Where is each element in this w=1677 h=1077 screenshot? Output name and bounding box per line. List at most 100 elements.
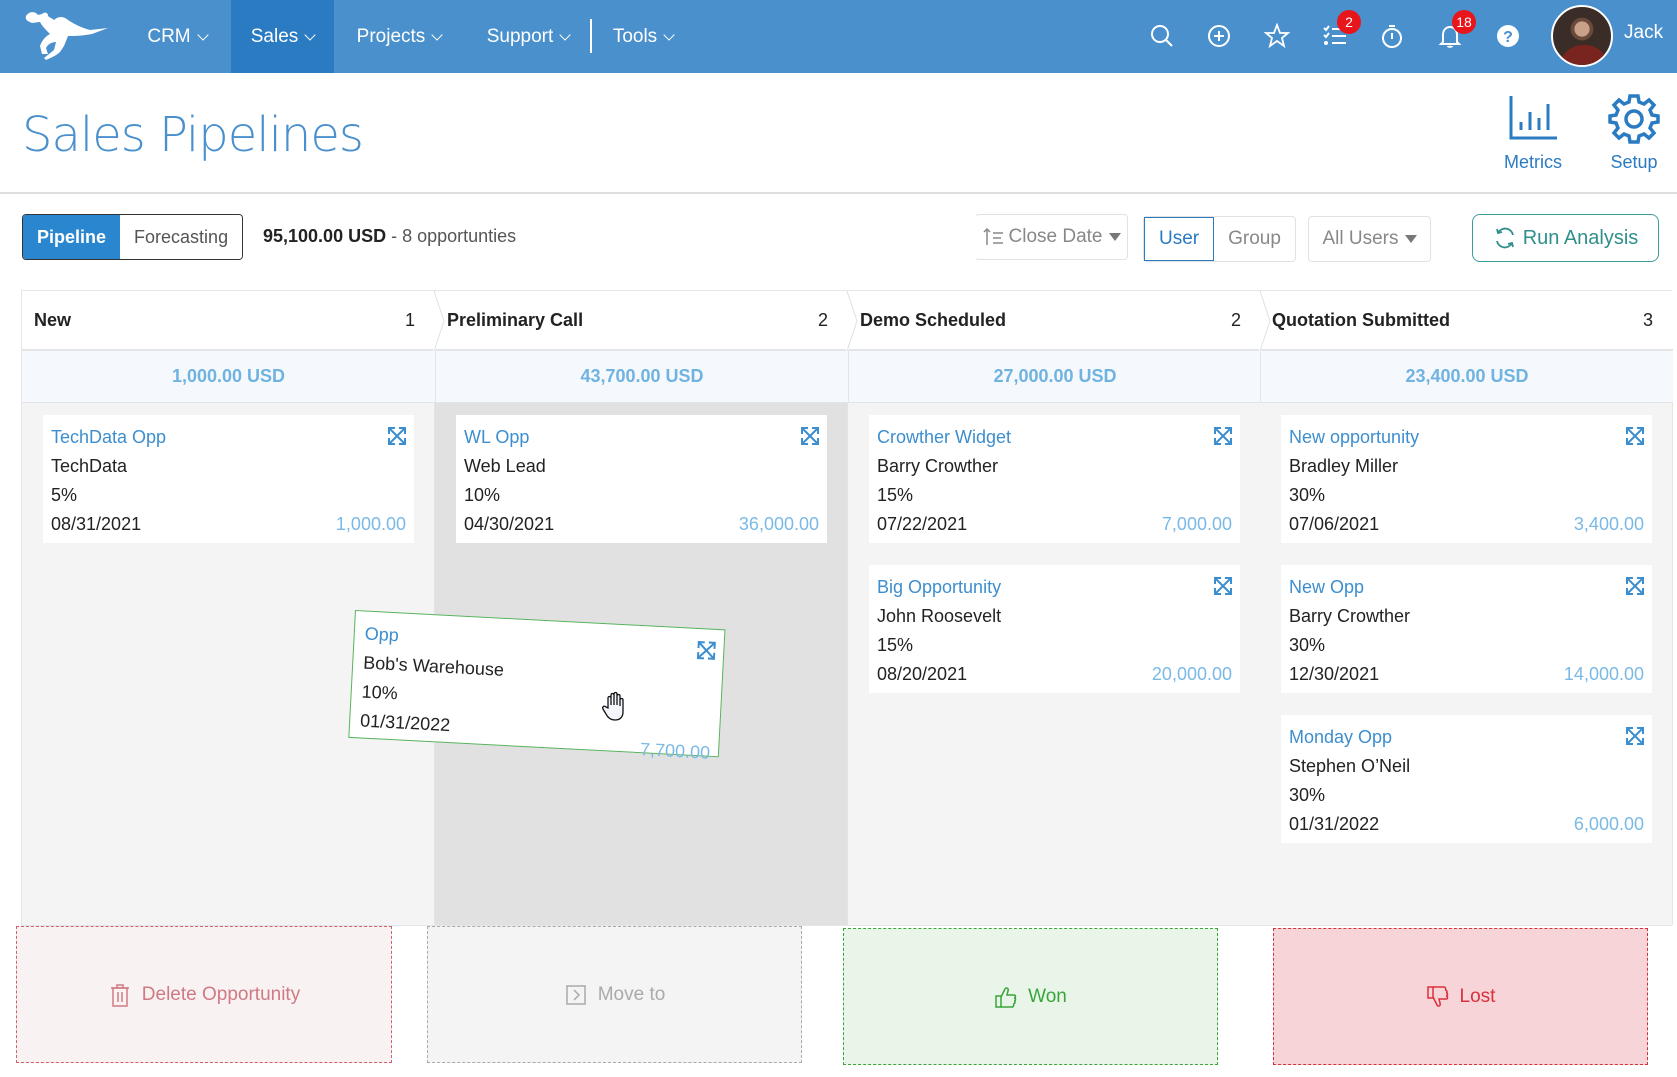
user-filter-dropdown[interactable]: All Users <box>1308 216 1431 262</box>
nav-crm[interactable]: CRM <box>134 0 220 73</box>
expand-icon[interactable] <box>1624 575 1646 597</box>
nav-tools-label: Tools <box>612 25 658 47</box>
opportunity-card[interactable]: Crowther Widget Barry Crowther 15% 07/22… <box>869 415 1240 543</box>
metrics-button[interactable]: Metrics <box>1504 92 1562 173</box>
stage-arrow-icon <box>846 291 858 351</box>
delete-opportunity-dropzone[interactable]: Delete Opportunity <box>16 926 392 1063</box>
toggle-user[interactable]: User <box>1144 217 1215 261</box>
nav-sales[interactable]: Sales <box>231 0 334 73</box>
opportunity-card[interactable]: TechData Opp TechData 5% 08/31/2021 1,000… <box>43 415 414 543</box>
search-button[interactable] <box>1142 16 1182 56</box>
opportunity-account: Bradley Miller <box>1289 456 1399 476</box>
stage-total: 1,000.00 USD <box>22 351 435 403</box>
plus-circle-icon <box>1208 25 1230 47</box>
stage-arrow-icon <box>433 291 445 351</box>
stage-total: 23,400.00 USD <box>1260 351 1673 403</box>
opportunity-account: Barry Crowther <box>877 456 999 476</box>
avatar-image <box>1559 45 1609 65</box>
tab-pipeline[interactable]: Pipeline <box>23 215 121 259</box>
move-to-label: Move to <box>597 983 666 1005</box>
opportunity-probability: 10% <box>464 485 501 505</box>
stage-header: New 1 <box>22 291 435 351</box>
favorites-button[interactable] <box>1257 16 1297 56</box>
dragging-opportunity-card[interactable]: Opp Bob's Warehouse 10% 01/31/2022 7,700.… <box>348 610 726 763</box>
nav-support[interactable]: Support <box>473 0 583 73</box>
pipeline-summary: 95,100.00 USD - 8 opportunties <box>263 226 516 247</box>
expand-icon[interactable] <box>1624 425 1646 447</box>
run-analysis-button[interactable]: Run Analysis <box>1472 214 1659 262</box>
caret-down-icon <box>1404 235 1417 243</box>
opportunity-card[interactable]: New Opp Barry Crowther 30% 12/30/2021 14,… <box>1281 565 1652 693</box>
opportunity-card[interactable]: Monday Opp Stephen O’Neil 30% 01/31/2022… <box>1281 715 1652 843</box>
nav-crm-label: CRM <box>147 25 191 47</box>
opportunity-probability: 5% <box>51 485 78 505</box>
pipeline-board: New 1 1,000.00 USD TechData Opp TechData … <box>21 290 1673 926</box>
opportunity-date: 08/31/2021 <box>51 514 142 534</box>
avatar[interactable] <box>1551 5 1613 67</box>
search-icon <box>1151 25 1173 47</box>
opportunity-card[interactable]: New opportunity Bradley Miller 30% 07/06… <box>1281 415 1652 543</box>
chevron-down-icon <box>431 28 443 41</box>
expand-icon[interactable] <box>1212 425 1234 447</box>
thumbs-down-icon <box>1426 985 1448 1007</box>
opportunity-title[interactable]: Monday Opp <box>1289 725 1644 754</box>
opportunity-date: 07/22/2021 <box>877 514 968 534</box>
sort-close-date-button[interactable]: Close Date <box>975 214 1128 260</box>
view-tabs: Pipeline Forecasting <box>22 214 244 260</box>
opportunity-title[interactable]: Big Opportunity <box>877 575 1232 604</box>
tab-forecasting[interactable]: Forecasting <box>120 215 243 259</box>
tasks-button[interactable]: 2 <box>1315 10 1361 56</box>
expand-icon[interactable] <box>1624 725 1646 747</box>
setup-button[interactable]: Setup <box>1608 92 1660 173</box>
opportunity-card[interactable]: Big Opportunity John Roosevelt 15% 08/20… <box>869 565 1240 693</box>
opportunity-date: 01/31/2022 <box>1289 814 1380 834</box>
stage-arrow-icon <box>1259 291 1271 351</box>
opportunity-amount: 7,000.00 <box>1161 514 1232 534</box>
add-button[interactable] <box>1199 16 1239 56</box>
thumbs-up-icon <box>995 986 1017 1008</box>
opportunity-amount: 7,700.00 <box>639 739 711 763</box>
lost-dropzone[interactable]: Lost <box>1273 928 1648 1065</box>
opportunity-title[interactable]: WL Opp <box>464 425 819 454</box>
lost-label: Lost <box>1459 985 1496 1007</box>
stage-count: 2 <box>1230 309 1241 330</box>
expand-icon[interactable] <box>1212 575 1234 597</box>
won-label: Won <box>1028 985 1067 1007</box>
opportunity-amount: 14,000.00 <box>1563 664 1644 684</box>
bar-chart-icon <box>1509 96 1557 140</box>
expand-icon[interactable] <box>695 639 718 662</box>
move-to-dropzone[interactable]: Move to <box>427 926 802 1063</box>
caret-down-icon <box>1108 233 1121 241</box>
expand-icon[interactable] <box>386 425 408 447</box>
user-name[interactable]: Jack <box>1624 22 1663 44</box>
stage-column-preliminary-call: Preliminary Call 2 43,700.00 USD WL Opp W… <box>435 291 858 925</box>
pipeline-total: 95,100.00 USD <box>263 226 387 246</box>
timer-button[interactable] <box>1372 16 1412 56</box>
opportunity-account: Stephen O’Neil <box>1289 756 1411 776</box>
opportunity-card[interactable]: WL Opp Web Lead 10% 04/30/2021 36,000.00 <box>456 415 827 543</box>
stage-total: 27,000.00 USD <box>848 351 1261 403</box>
opportunity-amount: 3,400.00 <box>1573 514 1644 534</box>
opportunity-title[interactable]: New opportunity <box>1289 425 1644 454</box>
opportunity-amount: 20,000.00 <box>1151 664 1232 684</box>
camel-logo-icon[interactable] <box>20 6 112 64</box>
won-dropzone[interactable]: Won <box>843 928 1218 1065</box>
expand-icon[interactable] <box>799 425 821 447</box>
opportunity-account: Barry Crowther <box>1289 606 1411 626</box>
stage-name: Quotation Submitted <box>1272 309 1450 330</box>
stage-dropzone[interactable]: Crowther Widget Barry Crowther 15% 07/22… <box>848 403 1261 925</box>
chevron-down-icon <box>559 28 571 41</box>
stage-name: New <box>34 309 72 330</box>
notifications-button[interactable]: 18 <box>1430 10 1476 56</box>
nav-tools[interactable]: Tools <box>603 0 683 73</box>
toggle-group[interactable]: Group <box>1214 217 1295 261</box>
opportunity-title[interactable]: New Opp <box>1289 575 1644 604</box>
stage-dropzone[interactable]: New opportunity Bradley Miller 30% 07/06… <box>1260 403 1673 925</box>
nav-projects[interactable]: Projects <box>344 0 454 73</box>
help-button[interactable]: ? <box>1488 16 1528 56</box>
opportunity-account: John Roosevelt <box>877 606 1002 626</box>
stage-name: Preliminary Call <box>447 309 584 330</box>
opportunity-title[interactable]: TechData Opp <box>51 425 406 454</box>
notifications-badge: 18 <box>1452 10 1476 34</box>
opportunity-title[interactable]: Crowther Widget <box>877 425 1232 454</box>
